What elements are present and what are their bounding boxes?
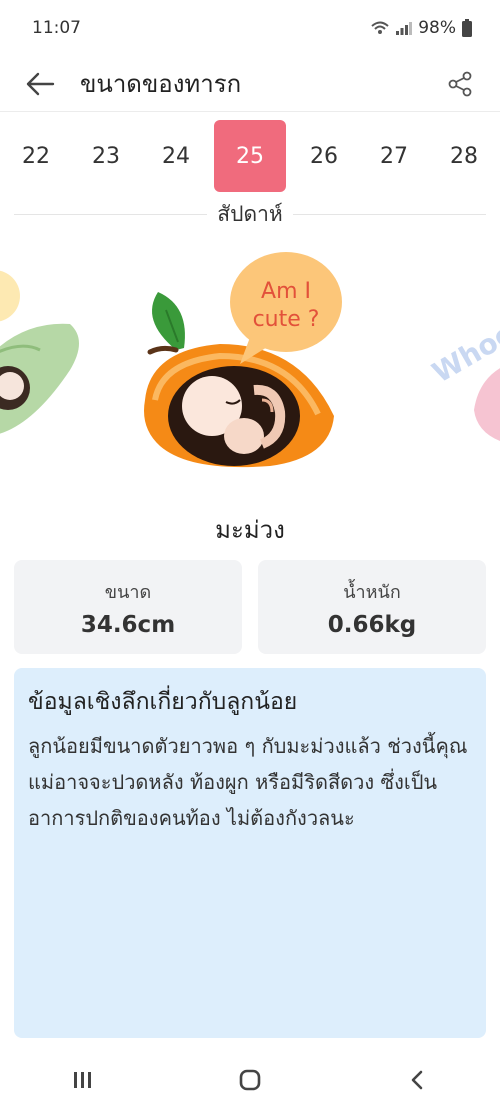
home-icon xyxy=(239,1069,261,1090)
insight-title: ข้อมูลเชิงลึกเกี่ยวกับลูกน้อย xyxy=(28,689,298,715)
status-icons: 98% xyxy=(370,18,472,38)
previous-fruit-illustration xyxy=(0,270,79,434)
fruit-illustration-carousel[interactable]: Whoo Am I cute ? xyxy=(0,240,500,496)
week-24[interactable]: 24 xyxy=(144,124,208,188)
size-card: ขนาด 34.6cm xyxy=(14,560,242,654)
page-title: ขนาดของทารก xyxy=(80,70,242,98)
status-bar: 11:07 98% xyxy=(0,0,500,56)
week-23[interactable]: 23 xyxy=(74,124,138,188)
fruit-name: มะม่วง xyxy=(215,516,285,544)
divider-left xyxy=(14,213,208,215)
week-25-selected[interactable]: 25 xyxy=(214,120,286,192)
battery-icon xyxy=(462,19,472,37)
home-button[interactable] xyxy=(232,1062,268,1098)
week-28[interactable]: 28 xyxy=(432,124,496,188)
next-fruit-illustration: Whoo xyxy=(427,316,500,441)
share-icon xyxy=(448,71,472,96)
weight-label: น้ำหนัก xyxy=(343,581,401,603)
wifi-icon xyxy=(371,21,389,34)
share-button[interactable] xyxy=(442,66,478,102)
size-value: 34.6cm xyxy=(80,611,176,638)
week-26[interactable]: 26 xyxy=(292,124,356,188)
system-back-button[interactable] xyxy=(399,1062,435,1098)
recent-apps-button[interactable] xyxy=(65,1062,101,1098)
back-arrow-icon xyxy=(26,72,55,95)
week-label: สัปดาห์ xyxy=(217,201,283,226)
divider-right xyxy=(292,213,487,215)
system-navigation-bar xyxy=(0,1048,500,1111)
insight-body: ลูกน้อยมีขนาดตัวยาวพอ ๆ กับมะม่วงแล้ว ช่… xyxy=(28,734,468,830)
speech-bubble: Am I cute ? xyxy=(230,252,342,364)
week-selector: 22 23 24 25 26 27 28 xyxy=(0,120,500,192)
signal-icon xyxy=(396,22,413,35)
chevron-left-icon xyxy=(411,1070,422,1089)
back-button[interactable] xyxy=(22,66,58,102)
week-label-divider: สัปดาห์ xyxy=(14,196,487,232)
app-bar: ขนาดของทารก xyxy=(0,56,500,112)
week-27[interactable]: 27 xyxy=(362,124,426,188)
status-time: 11:07 xyxy=(32,18,81,38)
size-label: ขนาด xyxy=(104,581,152,603)
weight-value: 0.66kg xyxy=(327,611,417,638)
week-22[interactable]: 22 xyxy=(4,124,68,188)
baby-insight-card: ข้อมูลเชิงลึกเกี่ยวกับลูกน้อย ลูกน้อยมีข… xyxy=(14,668,486,1038)
recent-apps-icon xyxy=(74,1071,92,1088)
speech-text-line-2: cute ? xyxy=(253,307,320,332)
speech-text-line-1: Am I xyxy=(261,279,311,304)
battery-percent: 98% xyxy=(418,18,456,38)
stats-row: ขนาด 34.6cm น้ำหนัก 0.66kg xyxy=(14,560,486,654)
weight-card: น้ำหนัก 0.66kg xyxy=(258,560,486,654)
